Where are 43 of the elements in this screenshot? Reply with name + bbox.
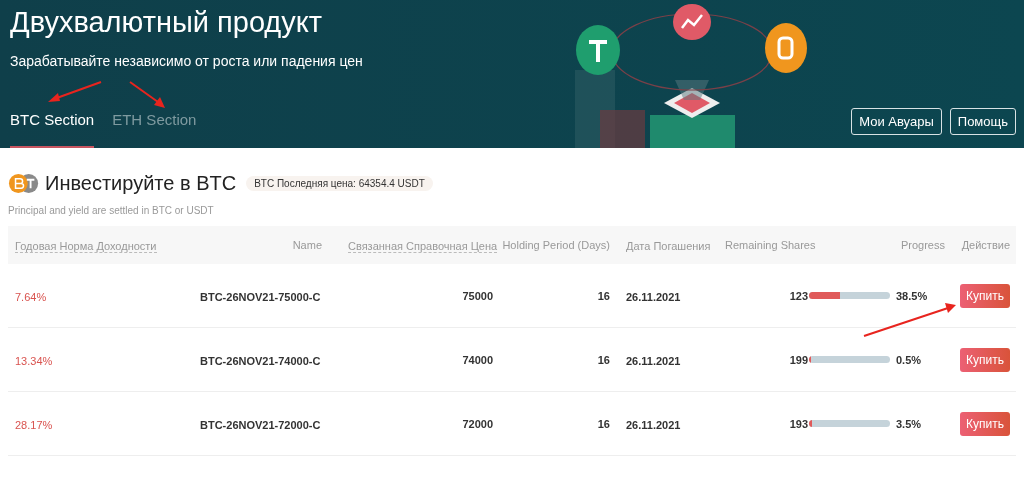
shares-cell-text: 123 <box>788 289 808 302</box>
column-header: Действие <box>961 239 1010 251</box>
date-cell: 26.11.2021 <box>626 290 681 303</box>
yield-cell: 28.17% <box>15 418 53 431</box>
days-cell: 16 <box>597 353 610 366</box>
buy-button[interactable]: Купить <box>960 411 1010 436</box>
column-header: Progress <box>900 239 945 251</box>
progress-percent: 38.5% <box>896 289 928 302</box>
buy-button[interactable]: Купить <box>960 347 1010 372</box>
section-title: Инвестируйте в BTC <box>45 172 237 195</box>
column-header: Name <box>292 239 322 251</box>
column-header: Holding Period (Days) <box>502 239 610 251</box>
days-cell: 16 <box>597 289 610 302</box>
price-cell: 72000 <box>462 417 493 430</box>
coins-icon <box>8 173 40 194</box>
date-cell: 26.11.2021 <box>626 418 681 431</box>
buy-button[interactable]: Купить <box>960 283 1010 308</box>
page-subtitle: Зарабатывайте независимо от роста или падения цен <box>10 53 363 69</box>
product-name-cell: BTC-26NOV21-75000-C <box>200 290 321 303</box>
yield-cell: 13.34% <box>15 354 53 367</box>
progress-percent: 0.5% <box>896 353 922 366</box>
price-cell: 74000 <box>462 353 493 366</box>
column-header: Дата Погашения <box>626 240 711 252</box>
price-cell: 75000 <box>462 289 493 302</box>
section-tab[interactable]: BTC Section <box>10 111 95 148</box>
product-name-cell: BTC-26NOV21-74000-C <box>200 354 321 367</box>
date-cell: 26.11.2021 <box>626 354 681 367</box>
header-button[interactable]: Помощь <box>949 108 1016 135</box>
page-title: Двухвалютный продукт <box>10 6 324 39</box>
price-badge: BTC Последняя цена: 64354.4 USDT <box>246 176 433 191</box>
product-name-cell: BTC-26NOV21-72000-C <box>200 418 321 431</box>
days-cell: 16 <box>597 417 610 430</box>
column-header[interactable]: Годовая Норма Доходности <box>15 240 157 253</box>
settlement-note: Principal and yield are settled in BTC or USDT <box>8 205 215 216</box>
column-header[interactable]: Связанная Справочная Цена <box>348 240 498 253</box>
yield-cell: 7.64% <box>15 290 47 303</box>
header-button[interactable]: Мои Авуары <box>851 108 942 135</box>
progress-percent: 3.5% <box>896 417 922 430</box>
annotation-arrow <box>128 80 168 110</box>
section-tab[interactable]: ETH Section <box>112 111 197 148</box>
column-header: Remaining Shares <box>725 239 816 251</box>
shares-cell-text: 199 <box>788 353 808 366</box>
shares-cell-text: 193 <box>788 417 808 430</box>
